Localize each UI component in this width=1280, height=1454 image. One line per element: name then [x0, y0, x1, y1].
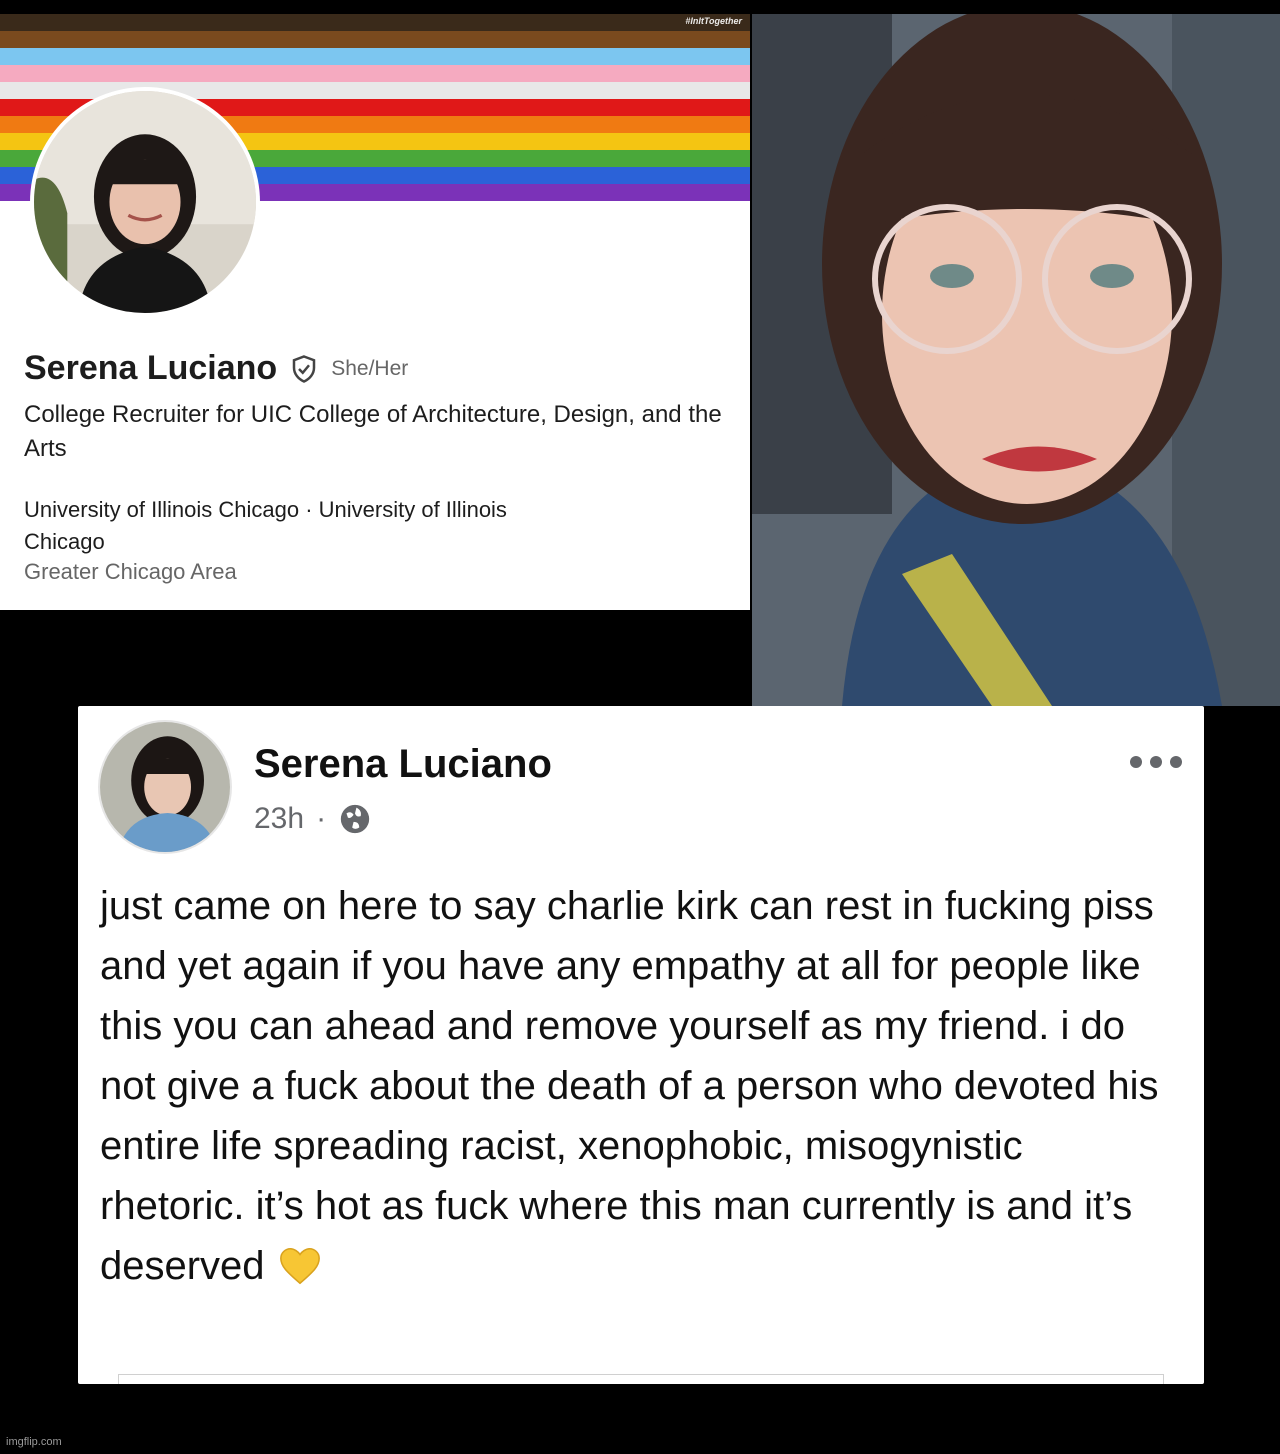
verified-shield-icon[interactable]: [289, 354, 319, 384]
selfie-photo: [752, 14, 1280, 706]
banner-stripe: [0, 65, 750, 82]
post-avatar-photo: [100, 722, 230, 852]
post-body: just came on here to say charlie kirk ca…: [100, 876, 1160, 1296]
post-author-avatar[interactable]: [98, 720, 232, 854]
facebook-post: Serena Luciano 23h · just came on here t…: [78, 706, 1204, 1384]
watermark-text: imgflip.com: [6, 1436, 62, 1448]
banner-stripe: [0, 48, 750, 65]
banner-hashtag: #InItTogether: [685, 16, 742, 26]
post-author-name[interactable]: Serena Luciano: [254, 742, 552, 787]
banner-stripe: [0, 31, 750, 48]
selfie-image: [752, 14, 1280, 706]
post-timestamp[interactable]: 23h: [254, 802, 304, 836]
profile-name[interactable]: Serena Luciano: [24, 349, 277, 388]
profile-headline: College Recruiter for UIC College of Arc…: [24, 401, 722, 462]
profile-location: Greater Chicago Area: [24, 559, 237, 584]
banner-stripe: [0, 14, 750, 31]
profile-photo: [34, 91, 256, 313]
post-meta: 23h ·: [254, 802, 372, 836]
post-text: just came on here to say charlie kirk ca…: [100, 884, 1159, 1288]
profile-avatar[interactable]: [30, 87, 260, 317]
profile-pronouns: She/Her: [331, 356, 409, 380]
meta-separator: ·: [316, 802, 327, 835]
yellow-heart-icon: [279, 1247, 320, 1285]
more-options-icon[interactable]: [1128, 754, 1184, 770]
globe-icon[interactable]: [338, 802, 372, 836]
profile-name-row: Serena Luciano She/Her: [24, 349, 408, 388]
linkedin-profile-card: #InItTogether Serena Luciano She/Her Col…: [0, 14, 750, 610]
post-attachment-divider: [118, 1374, 1164, 1384]
profile-education[interactable]: University of Illinois Chicago · Univers…: [24, 494, 584, 558]
